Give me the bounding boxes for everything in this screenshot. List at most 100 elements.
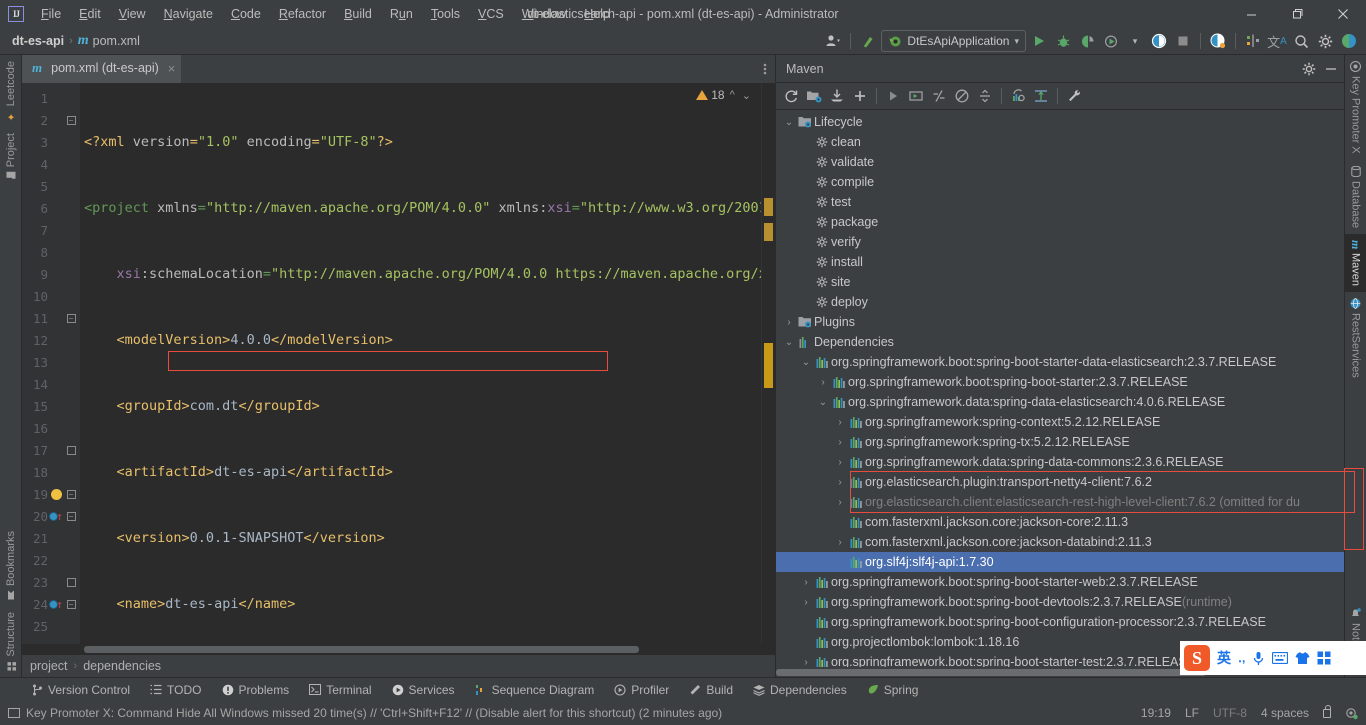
maven-tree-node[interactable]: ⌄ Lifecycle [776, 112, 1344, 132]
chevron-right-icon[interactable]: › [833, 537, 847, 548]
tool-button-profiler[interactable]: Profiler [604, 681, 679, 699]
search-everywhere-icon[interactable] [1290, 30, 1312, 52]
run-with-coverage-button[interactable] [1076, 30, 1098, 52]
run-button[interactable] [1028, 30, 1050, 52]
update-project-icon[interactable] [857, 30, 879, 52]
chevron-down-icon[interactable]: ⌄ [782, 117, 796, 128]
code-text-area[interactable]: <?xml version="1.0" encoding="UTF-8"?> <… [80, 83, 761, 644]
maven-tree-node[interactable]: verify [776, 232, 1344, 252]
chevron-right-icon[interactable]: › [799, 597, 813, 608]
user-avatar-icon[interactable] [822, 30, 844, 52]
menu-help[interactable]: Help [575, 3, 619, 25]
caret-position[interactable]: 19:19 [1141, 706, 1171, 720]
menu-code[interactable]: Code [222, 3, 270, 25]
maven-tree-node[interactable]: ⌄ org.springframework.data:spring-data-el… [776, 392, 1344, 412]
toggle-skip-tests-icon[interactable] [928, 85, 950, 107]
tool-button-todo[interactable]: TODO [140, 681, 211, 699]
menu-vcs[interactable]: VCS [469, 3, 513, 25]
execute-maven-goal-icon[interactable] [905, 85, 927, 107]
fold-collapse-icon[interactable]: − [66, 313, 76, 323]
debug-button[interactable] [1052, 30, 1074, 52]
menu-build[interactable]: Build [335, 3, 381, 25]
toggle-offline-mode-icon[interactable] [951, 85, 973, 107]
menu-navigate[interactable]: Navigate [155, 3, 222, 25]
chevron-right-icon[interactable]: › [833, 417, 847, 428]
tool-button-dependencies[interactable]: Dependencies [743, 681, 857, 699]
fold-expand-icon[interactable] [66, 445, 76, 455]
warning-stripe-marker[interactable] [764, 198, 773, 216]
tool-button-problems[interactable]: Problems [212, 681, 300, 699]
maven-tree-node[interactable]: › org.springframework.boot:spring-boot-st… [776, 372, 1344, 392]
chevron-right-icon[interactable]: › [833, 437, 847, 448]
stop-button[interactable] [1172, 30, 1194, 52]
maven-tree-node[interactable]: compile [776, 172, 1344, 192]
attach-debugger-icon[interactable] [1148, 30, 1170, 52]
fold-expand-icon[interactable] [66, 577, 76, 587]
editor-tab-pom-xml[interactable]: m pom.xml (dt-es-api) × [22, 55, 182, 83]
generate-sources-icon[interactable] [803, 85, 825, 107]
chevron-right-icon[interactable]: › [816, 377, 830, 388]
show-dependencies-graph-icon[interactable] [1030, 85, 1052, 107]
chevron-down-icon[interactable]: ⌄ [782, 337, 796, 348]
menu-tools[interactable]: Tools [422, 3, 469, 25]
maven-tree-node[interactable]: › org.springframework:spring-context:5.2.… [776, 412, 1344, 432]
show-dependencies-icon[interactable] [1007, 85, 1029, 107]
menu-file[interactable]: FFileile [32, 3, 70, 25]
next-problem-icon[interactable]: ⌄ [740, 89, 753, 102]
rest-client-icon[interactable] [1338, 30, 1360, 52]
fold-collapse-icon[interactable]: − [66, 489, 76, 499]
navigate-up-icon[interactable]: ↑ [56, 510, 63, 523]
sogou-ime-icon[interactable]: S [1184, 645, 1210, 671]
inspection-eye-icon[interactable] [1345, 707, 1358, 720]
tool-button-spring[interactable]: Spring [857, 681, 929, 699]
menu-refactor[interactable]: Refactor [270, 3, 335, 25]
chevron-down-icon[interactable]: ⌄ [816, 397, 830, 408]
sidebar-item-bookmarks[interactable]: Bookmarks [2, 525, 20, 606]
maven-tree-node-selected[interactable]: org.slf4j:slf4j-api:1.7.30 [776, 552, 1344, 572]
maven-tree-node[interactable]: › org.springframework.boot:spring-boot-de… [776, 592, 1344, 612]
run-anything-icon[interactable] [1207, 30, 1229, 52]
editor-horizontal-scrollbar[interactable] [22, 644, 775, 654]
maven-tree-node[interactable]: test [776, 192, 1344, 212]
fold-collapse-icon[interactable]: − [66, 511, 76, 521]
tool-button-services[interactable]: Services [382, 681, 465, 699]
collapse-all-icon[interactable] [974, 85, 996, 107]
maven-settings-gear-icon[interactable] [1302, 62, 1316, 76]
sidebar-item-leetcode[interactable]: ✦ Leetcode [2, 55, 20, 127]
breadcrumb-file[interactable]: pom.xml [93, 34, 140, 48]
download-sources-icon[interactable] [826, 85, 848, 107]
sidebar-item-key-promoter-x[interactable]: Key Promoter X [1347, 55, 1365, 160]
profile-dropdown-caret-icon[interactable]: ▾ [1124, 30, 1146, 52]
structure-diff-icon[interactable] [1242, 30, 1264, 52]
indent-setting[interactable]: 4 spaces [1261, 706, 1309, 720]
tool-button-version-control[interactable]: Version Control [22, 681, 140, 699]
chinese-mode-icon[interactable]: 英 [1217, 648, 1231, 668]
chevron-right-icon[interactable]: › [782, 317, 796, 328]
sidebar-item-maven[interactable]: m Maven [1345, 233, 1366, 293]
maximize-button[interactable] [1274, 0, 1320, 28]
error-stripe-gutter[interactable] [761, 83, 775, 644]
breadcrumb-item-project[interactable]: project [30, 659, 68, 673]
scrollbar-thumb[interactable] [84, 646, 639, 653]
maven-tree-node[interactable]: › com.fasterxml.jackson.core:jackson-data… [776, 532, 1344, 552]
menu-edit[interactable]: Edit [70, 3, 110, 25]
sidebar-item-restservices[interactable]: RestServices [1347, 292, 1365, 384]
maven-tree-node[interactable]: package [776, 212, 1344, 232]
maven-tree-node[interactable]: ⌄ Dependencies [776, 332, 1344, 352]
menu-view[interactable]: View [110, 3, 155, 25]
maven-tree-node[interactable]: › Plugins [776, 312, 1344, 332]
sidebar-item-database[interactable]: Database [1347, 160, 1365, 234]
maven-scrollbar-thumb[interactable] [776, 669, 1206, 676]
maven-project-tree[interactable]: ⌄ Lifecycle clean validate compile test packag… [776, 110, 1344, 667]
breadcrumb-item-dependencies[interactable]: dependencies [83, 659, 161, 673]
maven-tree-node[interactable]: deploy [776, 292, 1344, 312]
maven-tree-node[interactable]: › org.springframework:spring-tx:5.2.12.RE… [776, 432, 1344, 452]
profile-button[interactable] [1100, 30, 1122, 52]
chevron-right-icon[interactable]: › [833, 457, 847, 468]
fold-collapse-icon[interactable]: − [66, 599, 76, 609]
maven-tree-node[interactable]: › org.springframework.boot:spring-boot-st… [776, 572, 1344, 592]
maven-tree-node[interactable]: › org.springframework.data:spring-data-co… [776, 452, 1344, 472]
previous-problem-icon[interactable]: ^ [728, 89, 737, 101]
reload-all-maven-projects-icon[interactable] [780, 85, 802, 107]
tool-button-terminal[interactable]: Terminal [299, 681, 381, 699]
